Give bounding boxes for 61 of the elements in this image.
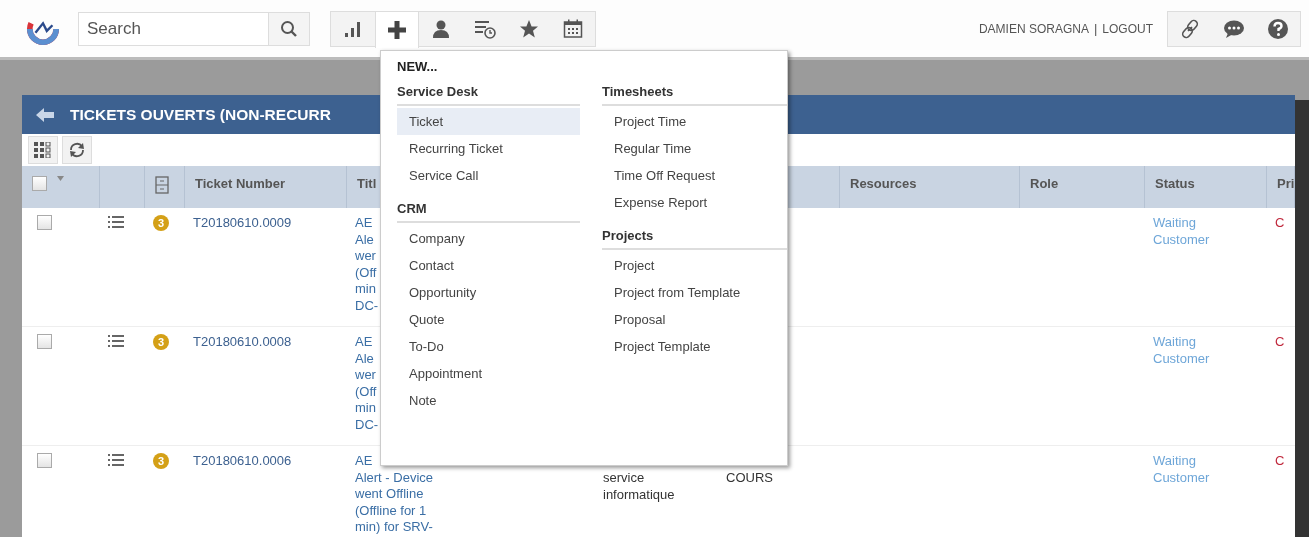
ticket-number[interactable]: T20180610.0008: [193, 334, 292, 349]
table-cell: COURS: [726, 470, 773, 487]
ticket-title[interactable]: AE Ale wer (Off min DC-: [355, 334, 379, 433]
column-chooser-icon[interactable]: [28, 136, 58, 164]
menu-item[interactable]: Ticket: [397, 108, 580, 135]
panel-title: TICKETS OUVERTS (NON-RECURR: [70, 105, 331, 124]
priority-badge: 3: [153, 215, 169, 231]
scrollbar[interactable]: [1295, 100, 1309, 537]
menu-item[interactable]: Regular Time: [602, 135, 787, 162]
row-checkbox[interactable]: [37, 453, 52, 468]
search-button[interactable]: [268, 11, 310, 46]
row-checkbox[interactable]: [37, 215, 52, 230]
menu-item[interactable]: Project: [602, 252, 787, 279]
user-name: DAMIEN SORAGNA: [978, 21, 1089, 36]
menu-section-title: Service Desk: [397, 84, 580, 106]
ticket-number[interactable]: T20180610.0006: [193, 453, 292, 468]
menu-item[interactable]: Project from Template: [602, 279, 787, 306]
menu-item[interactable]: To-Do: [397, 333, 580, 360]
cabinet-icon: [155, 176, 169, 194]
list-icon[interactable]: [108, 334, 124, 348]
menu-section-title: CRM: [397, 201, 580, 223]
menu-item[interactable]: Opportunity: [397, 279, 580, 306]
list-icon[interactable]: [108, 453, 124, 467]
menu-item[interactable]: Contact: [397, 252, 580, 279]
back-arrow-icon[interactable]: [36, 107, 54, 122]
search-field[interactable]: Search: [78, 11, 268, 46]
priority-text: C: [1275, 453, 1285, 468]
row-checkbox[interactable]: [37, 334, 52, 349]
menu-section-title: Projects: [602, 228, 787, 250]
search-icon: [280, 19, 298, 38]
menu-item[interactable]: Recurring Ticket: [397, 135, 580, 162]
priority-badge: 3: [153, 453, 169, 469]
priority-text: C: [1275, 334, 1285, 349]
ticket-title[interactable]: AE Alert - Device went Offline (Offline for 1 min) for SRV-: [355, 453, 434, 536]
menu-item[interactable]: Expense Report: [602, 189, 787, 216]
menu-item[interactable]: Appointment: [397, 360, 580, 387]
select-all-checkbox[interactable]: [32, 176, 47, 191]
column-header[interactable]: Resources: [850, 176, 917, 191]
menu-item[interactable]: Proposal: [602, 306, 787, 333]
menu-heading: NEW...: [397, 59, 439, 74]
plus-icon[interactable]: [375, 11, 419, 48]
menu-item[interactable]: Project Time: [602, 108, 787, 135]
menu-section-title: Timesheets: [602, 84, 787, 106]
table-cell-text: service informatique: [603, 470, 676, 503]
list-icon[interactable]: [108, 215, 124, 229]
separator-text: |: [1093, 21, 1098, 36]
priority-text: C: [1275, 215, 1285, 230]
ticket-number[interactable]: T20180610.0009: [193, 215, 292, 230]
menu-item[interactable]: Time Off Request: [602, 162, 787, 189]
ticket-title[interactable]: AE Ale wer (Off min DC-: [355, 215, 379, 314]
menu-item[interactable]: Service Call: [397, 162, 580, 189]
column-header[interactable]: Role: [1030, 176, 1059, 191]
menu-item[interactable]: Project Template: [602, 333, 787, 360]
priority-badge: 3: [153, 334, 169, 350]
column-header[interactable]: Status: [1155, 176, 1195, 191]
logout-link[interactable]: LOGOUT: [1102, 21, 1153, 36]
refresh-icon[interactable]: [62, 136, 92, 164]
column-header[interactable]: Titl: [357, 176, 377, 191]
menu-item[interactable]: Quote: [397, 306, 580, 333]
menu-item[interactable]: Company: [397, 225, 580, 252]
menu-item[interactable]: Note: [397, 387, 580, 414]
